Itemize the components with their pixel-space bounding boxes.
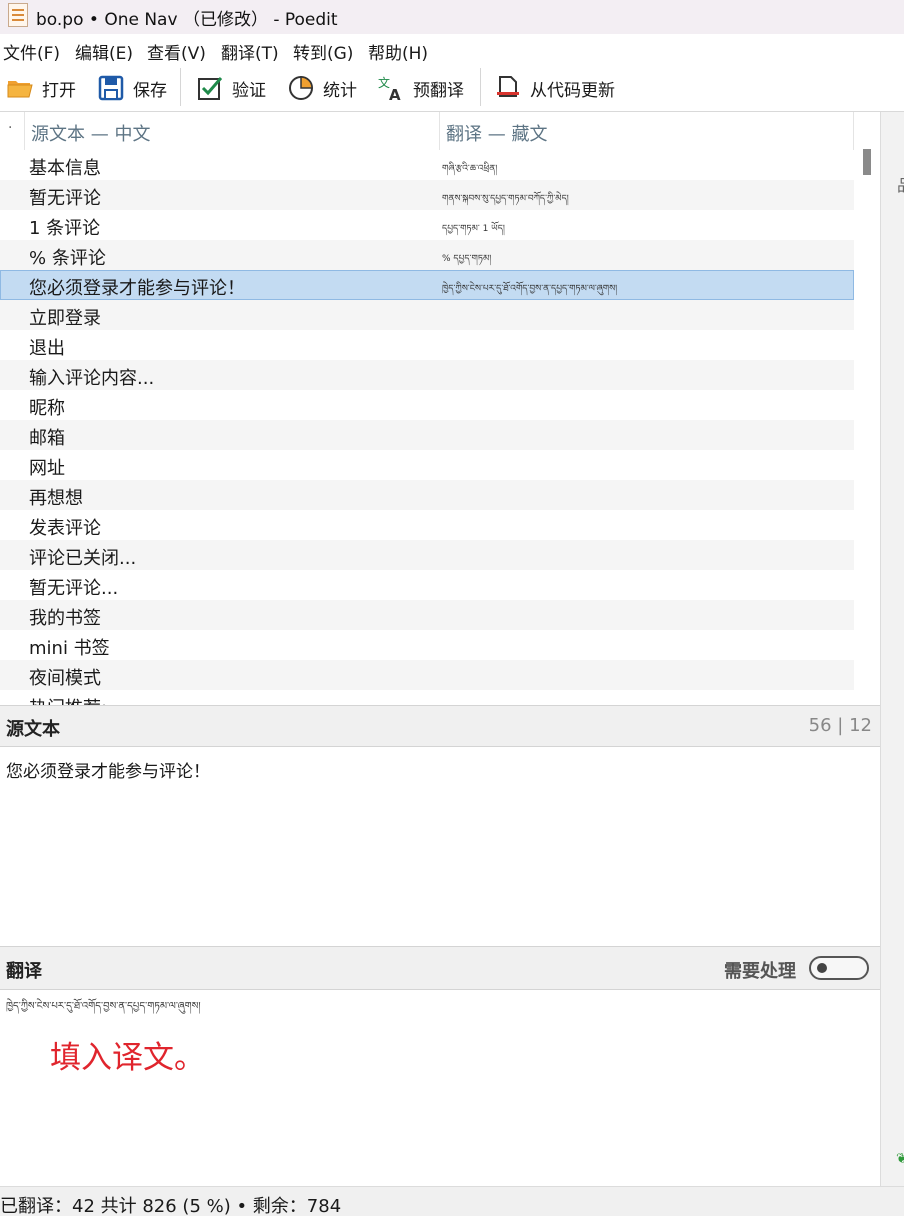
table-row[interactable]: 输入评论内容... (0, 360, 854, 390)
row-source-text: 暂无评论... (29, 578, 119, 599)
validate-button[interactable]: 验证 (196, 72, 266, 104)
save-label: 保存 (133, 80, 167, 101)
open-label: 打开 (42, 80, 76, 101)
row-source-text: 退出 (29, 338, 65, 359)
menu-help[interactable]: 帮助(H) (368, 39, 428, 64)
update-from-code-button[interactable]: 从代码更新 (494, 72, 615, 104)
translation-editor[interactable]: ཁྱེད་ཀྱིས་ངེས་པར་དུ་ཐོ་འགོད་བྱས་ན་དཔྱད་ག… (0, 990, 880, 1186)
fill-translation-hint: 填入译文。 (50, 1040, 205, 1076)
table-row[interactable]: 评论已关闭... (0, 540, 854, 570)
menu-bar: 文件(F) 编辑(E) 查看(V) 翻译(T) 转到(G) 帮助(H) (0, 34, 904, 64)
row-source-text: 邮箱 (29, 428, 65, 449)
table-row[interactable]: 暂无评论 གནས་སྐབས་སུ་དཔྱད་གཏམ་བཀོད་ཀྱི་མེད། (0, 180, 854, 210)
save-button[interactable]: 保存 (97, 72, 167, 104)
table-row[interactable]: 网址 (0, 450, 854, 480)
column-divider (439, 112, 440, 150)
save-icon (98, 75, 124, 101)
title-bar: bo.po • One Nav （已修改） - Poedit (0, 0, 904, 34)
translation-text: ཁྱེད་ཀྱིས་ངེས་པར་དུ་ཐོ་འགོད་བྱས་ན་དཔྱད་ག… (6, 1001, 201, 1012)
row-source-text: 我的书签 (29, 608, 101, 629)
row-source-text: 发表评论 (29, 518, 101, 539)
row-source-text: 网址 (29, 458, 65, 479)
source-text-area: 您必须登录才能参与评论！ (0, 747, 880, 946)
validate-label: 验证 (232, 80, 266, 101)
translation-panel-title: 翻译 (6, 961, 42, 982)
row-source-text: 热门推荐: (29, 694, 107, 705)
translation-panel-header: 翻译 需要处理 (0, 946, 880, 990)
list-header: · 源文本 — 中文 翻译 — 藏文 (0, 112, 854, 150)
menu-file[interactable]: 文件(F) (3, 39, 60, 64)
row-source-text: 再想想 (29, 488, 83, 509)
side-panel-glyph: 品 (897, 172, 904, 196)
table-row[interactable]: 热门推荐: (0, 690, 854, 705)
folder-open-icon (7, 81, 33, 98)
table-row[interactable]: 夜间模式 (0, 660, 854, 690)
toggle-knob (817, 963, 827, 973)
status-text: 已翻译：42 共计 826 (5 %) • 剩余：784 (0, 1196, 342, 1217)
list-scrollbar[interactable] (854, 112, 880, 705)
leaf-icon: ❦ (896, 1151, 904, 1167)
open-button[interactable]: 打开 (6, 72, 76, 104)
row-source-text: 立即登录 (29, 308, 101, 329)
window-title: bo.po • One Nav （已修改） - Poedit (36, 10, 338, 30)
table-row[interactable]: 您必须登录才能参与评论！ ཁྱེད་ཀྱིས་ངེས་པར་དུ་ཐོ་འགོད་… (0, 270, 854, 300)
row-source-text: mini 书签 (29, 638, 110, 659)
row-source-text: 夜间模式 (29, 668, 101, 689)
scroll-thumb[interactable] (863, 149, 871, 175)
column-divider (24, 112, 25, 150)
menu-goto[interactable]: 转到(G) (293, 39, 353, 64)
row-source-text: 1 条评论 (29, 218, 101, 239)
source-panel-title: 源文本 (6, 719, 60, 740)
menu-view[interactable]: 查看(V) (147, 39, 206, 64)
svg-text:A: A (389, 86, 401, 102)
app-icon (8, 3, 28, 27)
table-row[interactable]: 昵称 (0, 390, 854, 420)
table-row[interactable]: 再想想 (0, 480, 854, 510)
table-row[interactable]: 退出 (0, 330, 854, 360)
row-source-text: 您必须登录才能参与评论！ (29, 278, 245, 299)
row-source-text: 暂无评论 (29, 188, 101, 209)
source-counter: 56 | 12 (808, 715, 872, 736)
source-text: 您必须登录才能参与评论！ (6, 762, 210, 782)
table-row[interactable]: % 条评论% དཔྱད་གཏམ། (0, 240, 854, 270)
status-bar: 已翻译：42 共计 826 (5 %) • 剩余：784 (0, 1186, 904, 1217)
source-panel-header: 源文本 56 | 12 (0, 705, 880, 747)
row-source-text: 基本信息 (29, 158, 101, 179)
source-column-header[interactable]: 源文本 — 中文 (31, 120, 150, 146)
menu-edit[interactable]: 编辑(E) (75, 39, 133, 64)
menu-translate[interactable]: 翻译(T) (221, 39, 279, 64)
update-from-code-label: 从代码更新 (530, 80, 615, 101)
translate-icon: 文 A (378, 75, 401, 102)
row-source-text: 评论已关闭... (29, 548, 137, 569)
indicator-column-header: · (8, 120, 13, 136)
side-panel (880, 112, 904, 1186)
toolbar-separator (180, 68, 181, 106)
document-sync-icon (497, 76, 519, 97)
needs-work-toggle[interactable] (809, 956, 869, 980)
row-source-text: 昵称 (29, 398, 65, 419)
needs-work-label: 需要处理 (724, 961, 796, 982)
table-row[interactable]: 立即登录 (0, 300, 854, 330)
entry-rows: 基本信息 གཞི་རྩའི་ཆ་འཕྲིན། 暂无评论 གནས་སྐབས་སུ་དཔྱ… (0, 150, 854, 705)
toolbar: 打开 保存 验证 统计 文 A 预翻译 从代码更新 (0, 64, 904, 112)
table-row[interactable]: mini 书签 (0, 630, 854, 660)
translation-column-header[interactable]: 翻译 — 藏文 (446, 120, 547, 146)
checkbox-icon (198, 77, 223, 100)
pretranslate-button[interactable]: 文 A 预翻译 (377, 72, 464, 104)
table-row[interactable]: 1 条评论 དཔྱད་གཏམ་ 1 ཡོད། (0, 210, 854, 240)
toolbar-separator (480, 68, 481, 106)
row-source-text: 输入评论内容... (29, 368, 155, 389)
entry-list: · 源文本 — 中文 翻译 — 藏文 基本信息 གཞི་རྩའི་ཆ་འཕྲིན།… (0, 112, 880, 705)
table-row[interactable]: 我的书签 (0, 600, 854, 630)
row-source-text: % 条评论 (29, 248, 106, 269)
table-row[interactable]: 邮箱 (0, 420, 854, 450)
table-row[interactable]: 基本信息 གཞི་རྩའི་ཆ་འཕྲིན། (0, 150, 854, 180)
pretranslate-label: 预翻译 (413, 80, 464, 101)
stats-label: 统计 (323, 80, 357, 101)
table-row[interactable]: 暂无评论... (0, 570, 854, 600)
stats-button[interactable]: 统计 (287, 72, 357, 104)
table-row[interactable]: 发表评论 (0, 510, 854, 540)
pie-chart-icon (289, 76, 313, 100)
